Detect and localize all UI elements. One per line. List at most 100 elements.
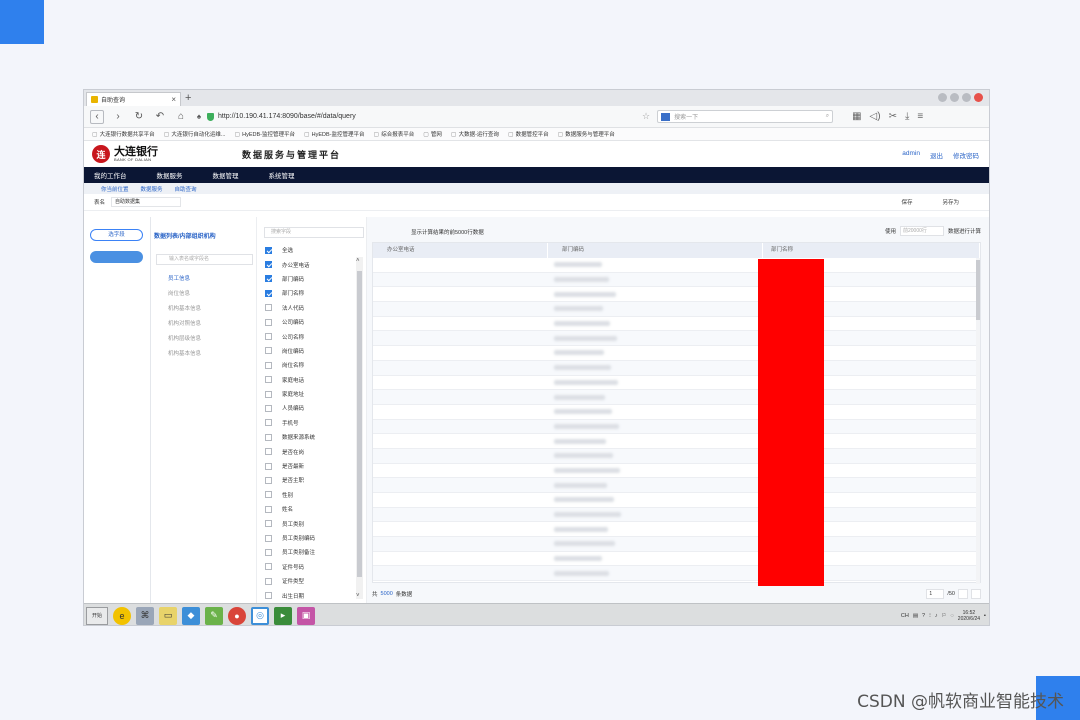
field-item[interactable]: 数据来源系统 bbox=[265, 430, 315, 444]
field-checkbox[interactable] bbox=[265, 577, 272, 585]
bookmark-item[interactable]: ▢ 综合报表平台 bbox=[374, 130, 415, 139]
field-item[interactable]: 是否在岗 bbox=[265, 444, 315, 458]
clock[interactable]: 16:52 2020/6/24 bbox=[958, 610, 980, 622]
tree-item[interactable]: 员工信息 bbox=[168, 272, 201, 287]
field-item[interactable]: 员工类别 bbox=[265, 516, 315, 530]
field-item[interactable]: 家庭地址 bbox=[265, 387, 315, 401]
breadcrumb-item[interactable]: 你当前位置 bbox=[101, 185, 129, 193]
ime-indicator[interactable]: CH bbox=[901, 613, 909, 619]
tray-icon[interactable]: ⁝ bbox=[929, 613, 931, 619]
field-checkbox[interactable] bbox=[265, 318, 272, 326]
scissors-icon[interactable]: ✂ bbox=[889, 111, 897, 122]
table-row[interactable] bbox=[373, 552, 980, 567]
field-checkbox[interactable] bbox=[265, 275, 272, 283]
field-item[interactable]: 员工类别编码 bbox=[265, 531, 315, 545]
field-item[interactable]: 是否主职 bbox=[265, 473, 315, 487]
field-checkbox[interactable] bbox=[265, 419, 272, 427]
tree-search-input[interactable]: 输入表名或字段名 bbox=[156, 254, 253, 265]
menu-item[interactable]: 我的工作台 bbox=[94, 170, 127, 180]
bookmark-item[interactable]: ▢ 大数据-运行查询 bbox=[451, 130, 499, 139]
tree-item[interactable]: 机构基本信息 bbox=[168, 302, 201, 317]
table-row[interactable] bbox=[373, 478, 980, 493]
tray-icon[interactable]: ⚐ bbox=[942, 613, 947, 619]
bookmark-item[interactable]: ▢ 数据服务与管理平台 bbox=[558, 130, 615, 139]
maximize-icon[interactable] bbox=[962, 93, 971, 102]
table-row[interactable] bbox=[373, 522, 980, 538]
scroll-down-icon[interactable]: ˅ bbox=[356, 593, 360, 599]
field-item[interactable]: 证件类型 bbox=[265, 574, 315, 588]
field-checkbox[interactable] bbox=[265, 404, 272, 412]
tray-icon[interactable]: ▤ bbox=[913, 613, 918, 619]
table-row[interactable] bbox=[373, 464, 980, 479]
scroll-thumb[interactable] bbox=[357, 271, 362, 577]
field-checkbox[interactable] bbox=[265, 491, 272, 499]
table-row[interactable] bbox=[373, 272, 980, 288]
table-row[interactable] bbox=[373, 376, 980, 391]
field-checkbox[interactable] bbox=[265, 376, 272, 384]
close-window-icon[interactable] bbox=[974, 93, 983, 102]
tray-icon[interactable]: ♪ bbox=[935, 613, 938, 619]
breadcrumb-item[interactable]: 数据服务 bbox=[141, 185, 163, 193]
field-item[interactable]: 公司名称 bbox=[265, 329, 315, 343]
new-tab-icon[interactable]: + bbox=[185, 92, 191, 104]
field-item[interactable]: 员工类别备注 bbox=[265, 545, 315, 559]
table-row[interactable] bbox=[373, 493, 980, 508]
table-row[interactable] bbox=[373, 434, 980, 449]
table-row[interactable] bbox=[373, 302, 980, 317]
prev-page-button[interactable] bbox=[958, 589, 968, 599]
app-icon[interactable]: ▸ bbox=[274, 606, 292, 625]
table-row[interactable] bbox=[373, 346, 980, 361]
table-row[interactable] bbox=[373, 566, 980, 582]
tree-item[interactable]: 岗位信息 bbox=[168, 287, 201, 302]
forward-icon[interactable]: › bbox=[111, 110, 125, 124]
table-row[interactable] bbox=[373, 507, 980, 523]
restore-icon[interactable] bbox=[950, 93, 959, 102]
bookmark-item[interactable]: ▢ HyEDB-监控管理平台 bbox=[304, 130, 365, 139]
search-icon[interactable]: ⌕ bbox=[826, 113, 829, 120]
table-row[interactable] bbox=[373, 537, 980, 552]
menu-item[interactable]: 系统管理 bbox=[269, 170, 295, 180]
extensions-icon[interactable]: ▦ bbox=[852, 111, 861, 122]
bookmark-item[interactable]: ▢ 大连银行自动化运维... bbox=[164, 130, 226, 139]
tray-icon[interactable]: ◌ bbox=[951, 613, 954, 619]
save-button[interactable]: 保存 bbox=[901, 198, 912, 206]
show-desktop-icon[interactable]: ▪ bbox=[984, 613, 986, 619]
network-app-icon[interactable]: ⌘ bbox=[136, 606, 154, 625]
field-checkbox[interactable] bbox=[265, 289, 272, 297]
field-checkbox[interactable] bbox=[265, 261, 272, 269]
bookmark-item[interactable]: ▢ 管网 bbox=[423, 130, 442, 139]
field-search-input[interactable]: 搜索字段 bbox=[264, 227, 364, 238]
field-item[interactable]: 性别 bbox=[265, 488, 315, 502]
change-password-link[interactable]: 修改密码 bbox=[953, 150, 979, 160]
scroll-thumb[interactable] bbox=[976, 260, 980, 320]
field-item[interactable]: 办公室电话 bbox=[265, 257, 315, 271]
field-checkbox[interactable] bbox=[265, 433, 272, 441]
next-page-button[interactable] bbox=[971, 589, 981, 599]
field-item[interactable]: 公司编码 bbox=[265, 315, 315, 329]
bookmark-item[interactable]: ▢ 大连银行数据共享平台 bbox=[92, 130, 155, 139]
close-tab-icon[interactable]: × bbox=[171, 95, 176, 104]
field-item[interactable]: 全选 bbox=[265, 243, 315, 257]
table-row[interactable] bbox=[373, 317, 980, 332]
app-icon[interactable]: ✎ bbox=[205, 606, 223, 625]
table-scrollbar[interactable] bbox=[976, 258, 980, 584]
field-item[interactable]: 家庭电话 bbox=[265, 373, 315, 387]
user-name[interactable]: admin bbox=[902, 150, 920, 160]
field-checkbox[interactable] bbox=[265, 476, 272, 484]
field-checkbox[interactable] bbox=[265, 448, 272, 456]
field-item[interactable]: 手机号 bbox=[265, 416, 315, 430]
breadcrumb-item[interactable]: 自助查询 bbox=[175, 185, 197, 193]
table-row[interactable] bbox=[373, 390, 980, 405]
column-header[interactable]: 部门编码 bbox=[548, 243, 763, 258]
field-checkbox[interactable] bbox=[265, 333, 272, 341]
browser-tab[interactable]: 自助查询 × bbox=[86, 92, 181, 106]
field-checkbox[interactable] bbox=[265, 505, 272, 513]
field-item[interactable]: 人员编码 bbox=[265, 401, 315, 415]
browser-search-box[interactable]: 搜索一下 ⌕ bbox=[657, 110, 834, 123]
tree-item[interactable]: 机构对照信息 bbox=[168, 317, 201, 332]
app-icon[interactable]: ▣ bbox=[297, 606, 315, 625]
help-icon[interactable]: ? bbox=[922, 613, 925, 619]
field-item[interactable]: 出生日期 bbox=[265, 588, 315, 602]
field-item[interactable]: 姓名 bbox=[265, 502, 315, 516]
tree-item[interactable]: 机构层级信息 bbox=[168, 332, 201, 347]
